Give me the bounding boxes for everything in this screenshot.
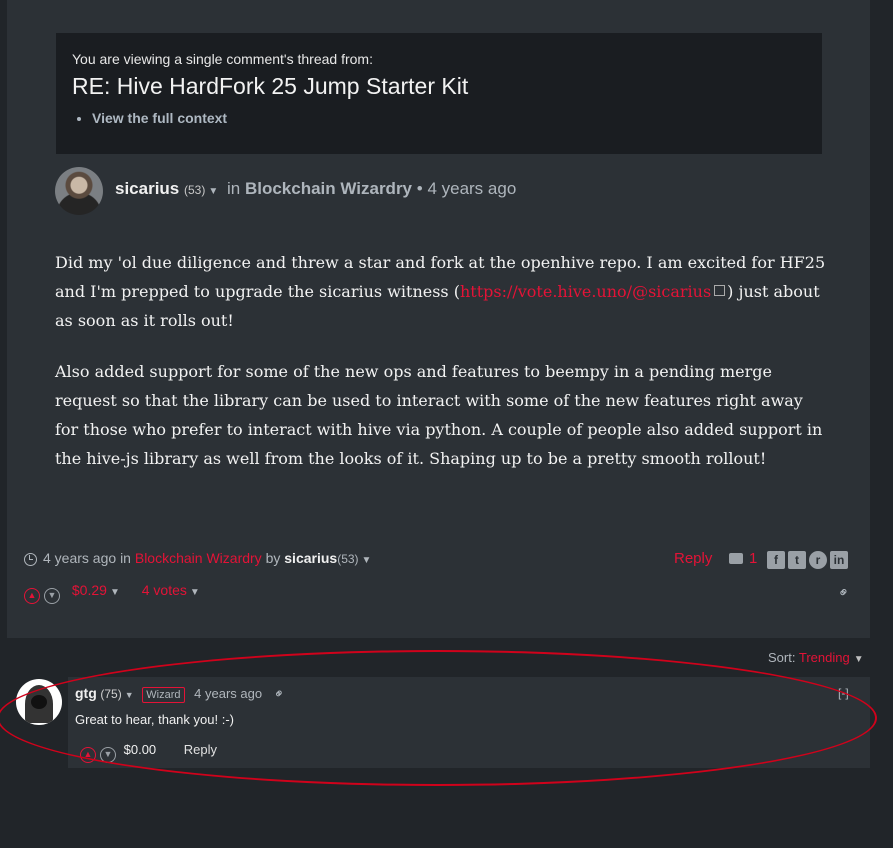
votes-caret-icon[interactable]: ▼ <box>190 587 200 598</box>
reply-author-caret-icon[interactable]: ▼ <box>125 690 134 700</box>
author-menu-caret-icon[interactable]: ▼ <box>208 186 218 197</box>
reddit-icon[interactable]: r <box>809 551 827 569</box>
footer-time[interactable]: 4 years ago <box>43 550 116 566</box>
wizard-badge: Wizard <box>142 687 185 703</box>
reply-author-reputation: (75) <box>100 687 122 701</box>
facebook-icon[interactable]: f <box>767 551 785 569</box>
reply-upvote-icon[interactable]: ▲ <box>80 747 96 763</box>
reply-time[interactable]: 4 years ago <box>194 686 262 701</box>
twitter-icon[interactable]: t <box>788 551 806 569</box>
footer-community-link[interactable]: Blockchain Wizardry <box>135 550 262 566</box>
witness-link[interactable]: https://vote.hive.uno/@sicarius <box>460 282 711 301</box>
external-link-icon <box>714 285 726 296</box>
context-intro: You are viewing a single comment's threa… <box>72 51 373 67</box>
author-line: sicarius (53) ▼ in Blockchain Wizardry • … <box>115 179 516 199</box>
sort-caret-icon[interactable]: ▼ <box>854 654 864 665</box>
reply-reply-button[interactable]: Reply <box>184 742 217 757</box>
hood-face-shadow <box>31 695 47 709</box>
reply-author-avatar[interactable] <box>16 679 62 725</box>
post-time[interactable]: 4 years ago <box>427 179 516 198</box>
author-name[interactable]: sicarius <box>115 179 179 198</box>
downvote-icon[interactable]: ▼ <box>44 588 60 604</box>
reply-header: gtg (75) ▼ Wizard 4 years ago ⚭ <box>75 684 288 703</box>
vote-row: ▲ ▼ $0.29 ▼ 4 votes ▼ <box>24 582 200 604</box>
footer-by-label: by <box>265 550 281 566</box>
reply-downvote-icon[interactable]: ▼ <box>100 747 116 763</box>
footer-author-reputation: (53) <box>337 552 359 566</box>
context-title[interactable]: RE: Hive HardFork 25 Jump Starter Kit <box>72 73 806 100</box>
in-label: in <box>226 179 241 198</box>
sort-label: Sort: <box>768 650 796 665</box>
author-avatar[interactable] <box>55 167 103 215</box>
payout-value[interactable]: $0.29 <box>72 582 107 598</box>
thread-context-box: You are viewing a single comment's threa… <box>56 33 822 154</box>
separator: • <box>416 179 423 198</box>
author-reputation: (53) <box>184 183 206 197</box>
payout-caret-icon[interactable]: ▼ <box>110 587 120 598</box>
post-paragraph-2: Also added support for some of the new o… <box>55 362 823 468</box>
community-link[interactable]: Blockchain Wizardry <box>245 179 412 198</box>
post-paragraph-1: Did my 'ol due diligence and threw a sta… <box>55 248 830 335</box>
reply-button[interactable]: Reply <box>674 550 712 567</box>
post-body: Did my 'ol due diligence and threw a sta… <box>55 248 830 495</box>
post-footer-meta: 4 years ago in Blockchain Wizardry by si… <box>24 550 371 566</box>
reply-author-name[interactable]: gtg <box>75 685 97 701</box>
comment-count[interactable]: 1 <box>729 550 757 567</box>
upvote-icon[interactable]: ▲ <box>24 588 40 604</box>
view-full-context-link[interactable]: View the full context <box>92 108 806 128</box>
comment-count-value: 1 <box>749 550 758 567</box>
linkedin-icon[interactable]: in <box>830 551 848 569</box>
share-icons: f t r in <box>767 551 848 569</box>
reply-body: Great to hear, thank you! :-) <box>75 712 234 727</box>
footer-author-caret-icon[interactable]: ▼ <box>362 555 372 566</box>
comment-bubble-icon <box>729 553 743 564</box>
reply-vote-row: ▲ ▼ $0.00 Reply <box>80 742 217 763</box>
clock-icon <box>24 553 37 566</box>
reply-payout[interactable]: $0.00 <box>124 742 157 757</box>
votes-count[interactable]: 4 votes <box>142 582 187 598</box>
sort-control[interactable]: Sort: Trending ▼ <box>768 650 864 665</box>
collapse-toggle[interactable]: [-] <box>838 686 849 700</box>
footer-in-label: in <box>120 550 131 566</box>
sort-value[interactable]: Trending <box>799 650 850 665</box>
context-links: View the full context <box>72 108 806 128</box>
footer-author-link[interactable]: sicarius <box>284 550 337 566</box>
